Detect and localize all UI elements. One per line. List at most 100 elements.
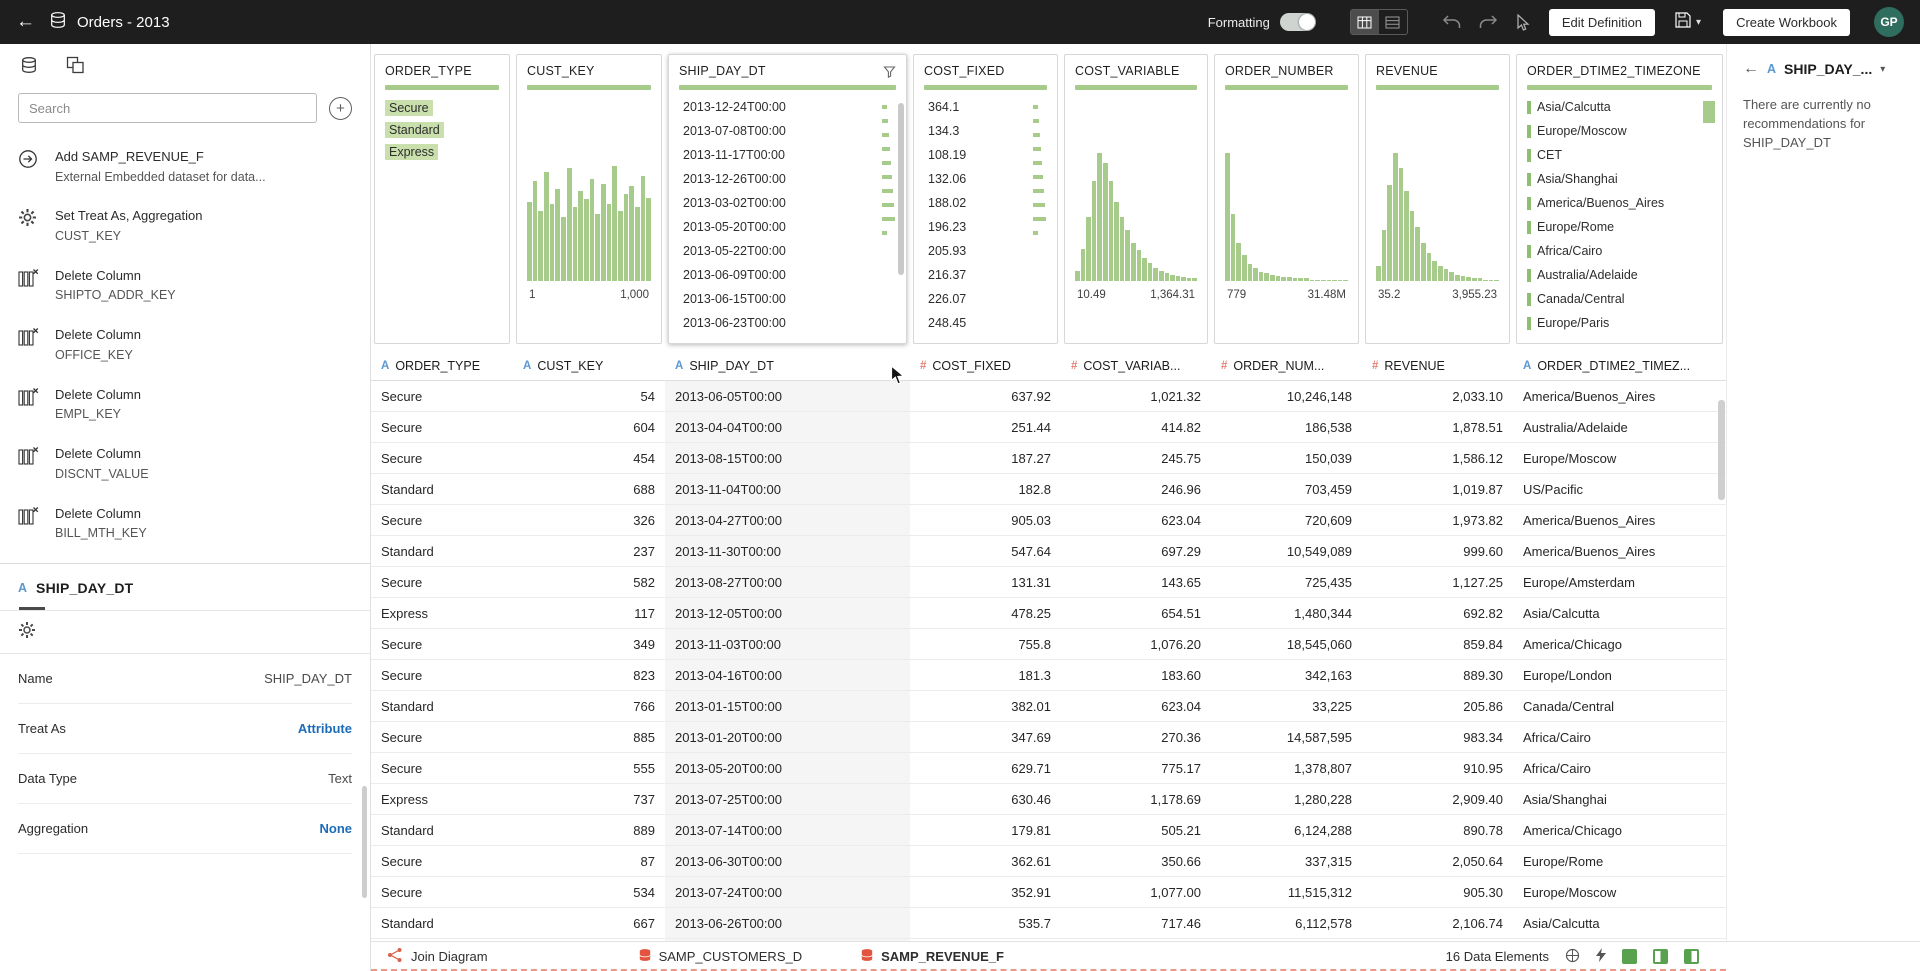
cell[interactable]: 1,021.32 (1061, 381, 1211, 411)
formatting-toggle[interactable] (1280, 13, 1316, 31)
cell[interactable]: 2013-08-15T00:00 (665, 443, 910, 473)
dataset-tab-samp_revenue_f[interactable]: SAMP_REVENUE_F (860, 948, 1004, 965)
filter-icon[interactable] (883, 65, 896, 78)
cell[interactable]: Standard (371, 536, 513, 566)
cell[interactable]: 630.46 (910, 784, 1061, 814)
cell[interactable]: Africa/Cairo (1513, 722, 1726, 752)
cell[interactable]: 555 (513, 753, 665, 783)
cell[interactable]: Africa/Cairo (1513, 753, 1726, 783)
cell[interactable]: 2013-04-16T00:00 (665, 660, 910, 690)
cell[interactable]: 117 (513, 598, 665, 628)
cell[interactable]: 11,515,312 (1211, 877, 1362, 907)
cell[interactable]: Secure (371, 629, 513, 659)
cell[interactable]: 6,124,288 (1211, 815, 1362, 845)
cell[interactable]: 534 (513, 877, 665, 907)
cell[interactable]: 1,019.87 (1362, 474, 1513, 504)
column-card-order_number[interactable]: ORDER_NUMBER77931.48M (1214, 54, 1359, 344)
cell[interactable]: Europe/London (1513, 660, 1726, 690)
cell[interactable]: 604 (513, 412, 665, 442)
quality-tile-icon[interactable] (1622, 949, 1637, 964)
cell[interactable]: 775.17 (1061, 753, 1211, 783)
cell[interactable]: 382.01 (910, 691, 1061, 721)
cell[interactable]: Secure (371, 753, 513, 783)
edit-definition-button[interactable]: Edit Definition (1549, 9, 1655, 36)
cell[interactable]: 1,480,344 (1211, 598, 1362, 628)
value-row[interactable]: 2013-06-23T00:00 (669, 311, 906, 335)
value-row[interactable]: America/Buenos_Aires (1517, 191, 1722, 215)
step-item[interactable]: Add SAMP_REVENUE_FExternal Embedded data… (0, 137, 370, 196)
cell[interactable]: 983.34 (1362, 722, 1513, 752)
cell[interactable]: 6,112,578 (1211, 908, 1362, 938)
cell[interactable]: Secure (371, 722, 513, 752)
cell[interactable]: 623.04 (1061, 691, 1211, 721)
cell[interactable]: 692.82 (1362, 598, 1513, 628)
cell[interactable]: 889 (513, 815, 665, 845)
value-row[interactable]: Canada/Central (1517, 287, 1722, 311)
redo-icon[interactable] (1479, 15, 1498, 30)
cell[interactable]: 2013-05-20T00:00 (665, 753, 910, 783)
cell[interactable]: 2013-06-05T00:00 (665, 381, 910, 411)
inspect-pointer-icon[interactable] (1516, 14, 1531, 31)
cell[interactable]: Secure (371, 505, 513, 535)
cell[interactable]: 150,039 (1211, 443, 1362, 473)
table-row[interactable]: Secure5552013-05-20T00:00629.71775.171,3… (371, 753, 1726, 784)
value-row[interactable]: Europe/Moscow (1517, 119, 1722, 143)
table-row[interactable]: Secure4542013-08-15T00:00187.27245.75150… (371, 443, 1726, 474)
property-value[interactable]: Attribute (298, 721, 352, 736)
cell[interactable]: Secure (371, 567, 513, 597)
cell[interactable]: Standard (371, 815, 513, 845)
table-row[interactable]: Secure5342013-07-24T00:00352.911,077.001… (371, 877, 1726, 908)
cell[interactable]: 246.96 (1061, 474, 1211, 504)
cell[interactable]: 1,280,228 (1211, 784, 1362, 814)
cell[interactable]: 885 (513, 722, 665, 752)
scrollbar-thumb[interactable] (898, 103, 904, 275)
list-view-icon[interactable] (1379, 10, 1407, 34)
cell[interactable]: 1,076.20 (1061, 629, 1211, 659)
undo-icon[interactable] (1442, 15, 1461, 30)
value-row[interactable]: Europe/Rome (1517, 215, 1722, 239)
cell[interactable]: 350.66 (1061, 846, 1211, 876)
table-scrollbar[interactable] (1718, 400, 1725, 500)
cell[interactable]: Express (371, 784, 513, 814)
cell[interactable]: 182.8 (910, 474, 1061, 504)
column-header-ship-day-dt[interactable]: ASHIP_DAY_DT (665, 352, 910, 380)
table-row[interactable]: Secure3262013-04-27T00:00905.03623.04720… (371, 505, 1726, 536)
cell[interactable]: 547.64 (910, 536, 1061, 566)
value-row[interactable]: Africa/Cairo (1517, 239, 1722, 263)
dataset-tab-samp_customers_d[interactable]: SAMP_CUSTOMERS_D (638, 948, 803, 965)
value-row[interactable]: 2013-06-15T00:00 (669, 287, 906, 311)
cell[interactable]: 342,163 (1211, 660, 1362, 690)
cell[interactable]: 1,077.00 (1061, 877, 1211, 907)
cell[interactable]: 2,909.40 (1362, 784, 1513, 814)
cell[interactable]: 1,378,807 (1211, 753, 1362, 783)
cell[interactable]: Secure (371, 846, 513, 876)
cell[interactable]: 187.27 (910, 443, 1061, 473)
step-item[interactable]: Delete ColumnEMPL_KEY (0, 375, 370, 434)
back-icon[interactable]: ← (16, 11, 35, 33)
table-row[interactable]: Secure8232013-04-16T00:00181.3183.60342,… (371, 660, 1726, 691)
column-card-revenue[interactable]: REVENUE35.23,955.23 (1365, 54, 1510, 344)
cell[interactable]: 2013-07-14T00:00 (665, 815, 910, 845)
cell[interactable]: 2,050.64 (1362, 846, 1513, 876)
column-card-order_type[interactable]: ORDER_TYPESecureStandardExpress (374, 54, 510, 344)
cell[interactable]: Canada/Central (1513, 691, 1726, 721)
cell[interactable]: 697.29 (1061, 536, 1211, 566)
cell[interactable]: 505.21 (1061, 815, 1211, 845)
table-row[interactable]: Standard6882013-11-04T00:00182.8246.9670… (371, 474, 1726, 505)
cell[interactable]: Secure (371, 412, 513, 442)
step-item[interactable]: Delete ColumnDISCNT_VALUE (0, 434, 370, 493)
panel-back-icon[interactable]: ← (1743, 60, 1759, 78)
value-row[interactable]: 2013-06-09T00:00 (669, 263, 906, 287)
cell[interactable]: 181.3 (910, 660, 1061, 690)
cell[interactable]: 582 (513, 567, 665, 597)
cell[interactable]: 143.65 (1061, 567, 1211, 597)
table-row[interactable]: Secure5822013-08-27T00:00131.31143.65725… (371, 567, 1726, 598)
cell[interactable]: 1,127.25 (1362, 567, 1513, 597)
scrollbar-thumb[interactable] (1703, 101, 1715, 123)
cell[interactable]: 703,459 (1211, 474, 1362, 504)
cell[interactable]: Europe/Moscow (1513, 877, 1726, 907)
avatar[interactable]: GP (1874, 7, 1904, 37)
cell[interactable]: 337,315 (1211, 846, 1362, 876)
column-card-cust_key[interactable]: CUST_KEY11,000 (516, 54, 662, 344)
save-icon[interactable] (1675, 12, 1691, 33)
